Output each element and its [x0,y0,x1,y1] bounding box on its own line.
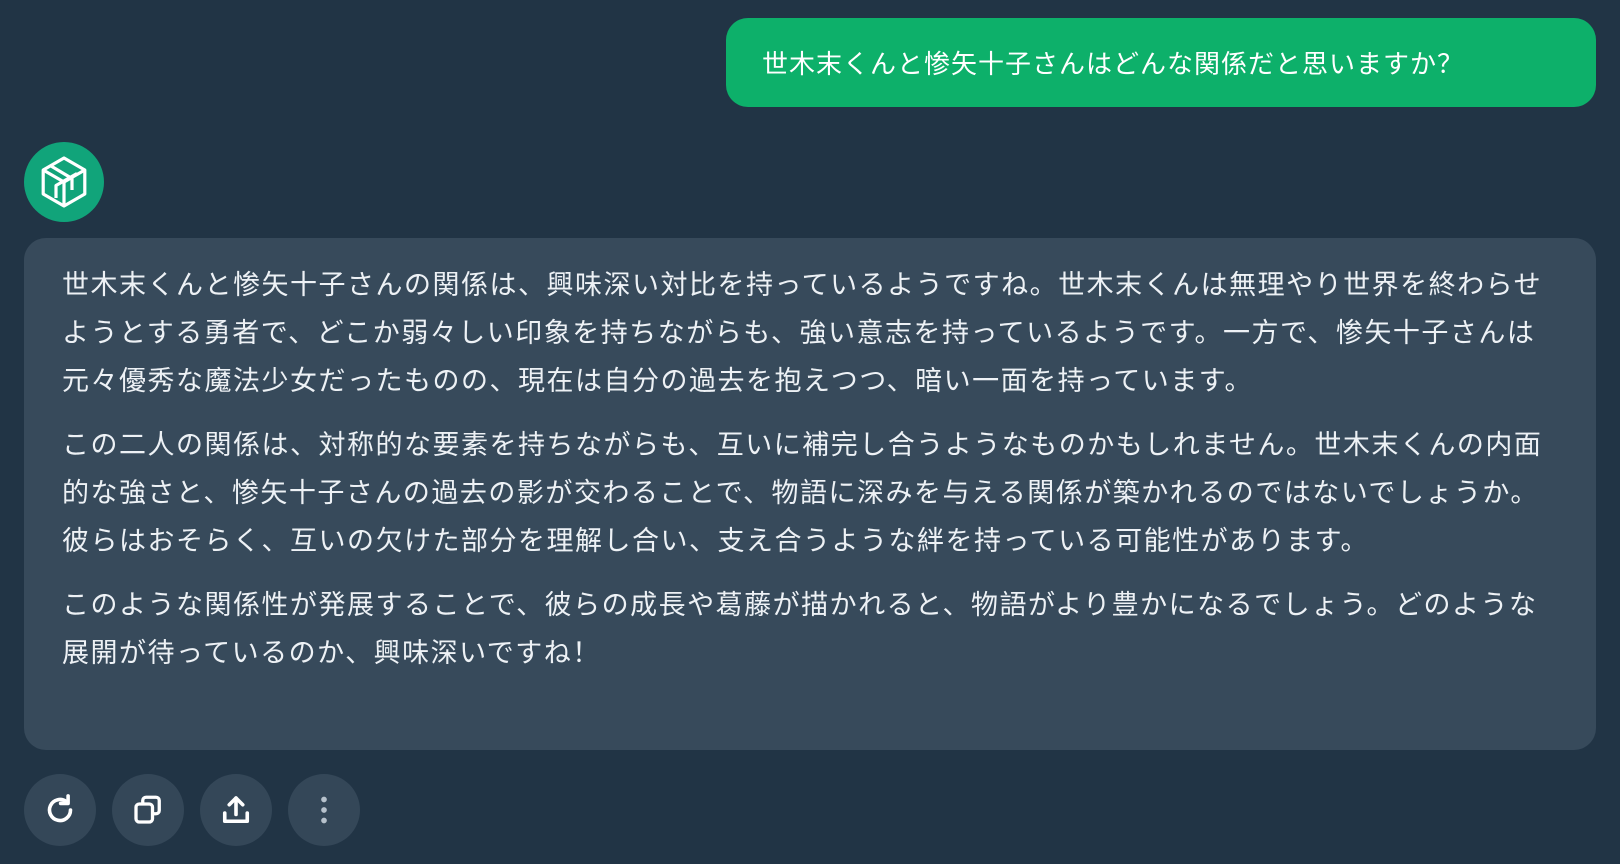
copy-button[interactable] [112,774,184,846]
assistant-message-bubble: 世木末くんと惨矢十子さんの関係は、興味深い対比を持っているようですね。世木末くん… [24,238,1596,750]
regenerate-button[interactable] [24,774,96,846]
more-vertical-icon [321,796,327,824]
message-actions [24,774,360,846]
assistant-paragraph: この二人の関係は、対称的な要素を持ちながらも、互いに補完し合うようなものかもしれ… [62,430,1543,557]
more-button[interactable] [288,774,360,846]
user-message-text: 世木末くんと惨矢十子さんはどんな関係だと思いますか？ [762,50,1465,80]
logo-icon [41,156,87,208]
share-icon [222,796,250,824]
share-button[interactable] [200,774,272,846]
assistant-avatar [24,142,104,222]
refresh-icon [47,794,73,823]
assistant-paragraph: 世木末くんと惨矢十子さんの関係は、興味深い対比を持っているようですね。世木末くん… [62,270,1543,397]
user-message-bubble: 世木末くんと惨矢十子さんはどんな関係だと思いますか？ [726,18,1596,107]
copy-icon [134,795,161,824]
assistant-paragraph: このような関係性が発展することで、彼らの成長や葛藤が描かれると、物語がより豊かに… [62,590,1538,669]
